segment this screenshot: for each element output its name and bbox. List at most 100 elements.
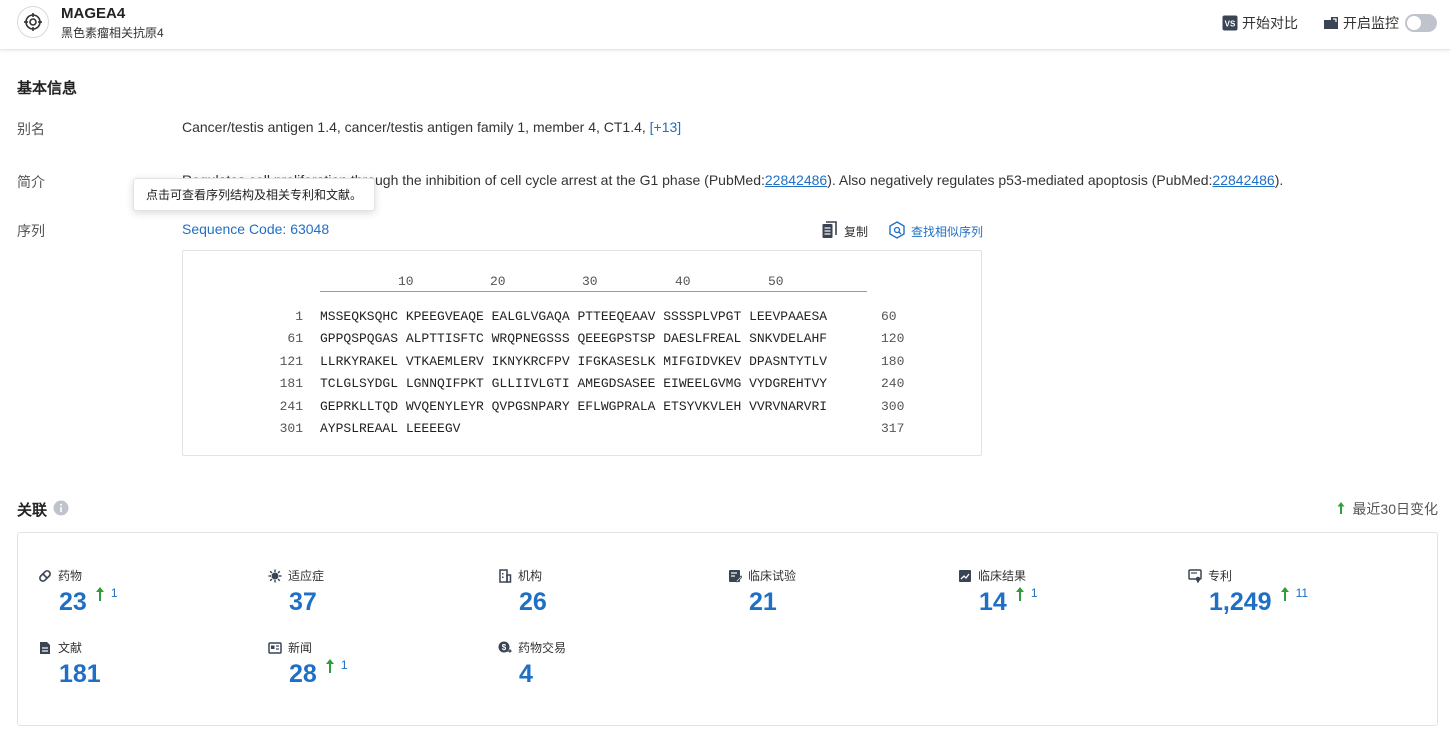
monitor-icon (1323, 15, 1339, 31)
summary-text-2: ). Also negatively regulates p53-mediate… (827, 172, 1213, 188)
stat-value: 26 (519, 588, 547, 616)
stat-value: 23 (59, 588, 87, 616)
stat-value: 4 (519, 660, 533, 688)
stat-literature[interactable]: 文献 181 (38, 639, 101, 689)
delta-value: 1 (110, 586, 118, 600)
newspaper-icon (268, 641, 282, 655)
row-start: 61 (287, 331, 303, 346)
copy-button[interactable]: 复制 (822, 221, 868, 242)
up-arrow-icon (1336, 501, 1346, 518)
row-end: 240 (881, 376, 905, 391)
target-logo-icon (17, 6, 49, 38)
delta-value: 1 (340, 658, 348, 672)
summary-text-3: ). (1274, 172, 1284, 188)
sequence-label: 序列 (17, 223, 45, 239)
virus-icon (268, 569, 282, 583)
alias-value: Cancer/testis antigen 1.4, cancer/testis… (182, 119, 681, 135)
row-residues: MSSEQKSQHC KPEEGVEAQE EALGLVGAQA PTTEEQE… (320, 309, 828, 324)
stat-drugs[interactable]: 药物 23 1 (38, 567, 118, 617)
row-residues: GPPQSPQGAS ALPTTISFTC WRQPNEGSSS QEEEGPS… (320, 331, 828, 346)
monitor-toggle[interactable]: 开启监控 (1323, 13, 1437, 33)
stat-label: 临床结果 (978, 569, 1027, 583)
stat-value: 181 (59, 660, 101, 688)
info-icon[interactable] (53, 500, 69, 520)
row-residues: LLRKYRAKEL VTKAEMLERV IKNYKRCFPV IFGKASE… (320, 354, 828, 369)
stat-clinical-trials[interactable]: 临床试验 21 (728, 567, 796, 617)
ruler-tick: 40 (675, 274, 691, 289)
stat-organizations[interactable]: 机构 26 (498, 567, 547, 617)
row-residues: TCLGLSYDGL LGNNQIFPKT GLLIIVLGTI AMEGDSA… (320, 376, 828, 391)
compare-label: 开始对比 (1242, 15, 1298, 31)
molecule-search-icon (889, 221, 905, 242)
stat-label: 新闻 (288, 641, 313, 655)
recent-change-label: 最近30日变化 (1352, 501, 1438, 517)
sequence-code-link[interactable]: Sequence Code: 63048 (182, 221, 329, 237)
stat-patents[interactable]: 专利 1,249 11 (1188, 567, 1308, 617)
recent-change-legend: 最近30日变化 (1336, 499, 1438, 519)
clipboard-edit-icon (728, 569, 742, 583)
sequence-ruler: 10 20 30 40 50 (320, 272, 867, 292)
stat-label: 药物交易 (518, 641, 567, 655)
stat-value: 1,249 (1209, 588, 1272, 616)
stat-label: 临床试验 (748, 569, 797, 583)
find-similar-button[interactable]: 查找相似序列 (889, 221, 983, 242)
row-start: 241 (279, 399, 303, 414)
row-residues: GEPRKLLTQD WVQENYLEYR QVPGSNPARY EFLWGPR… (320, 399, 828, 414)
stat-delta: 1 (325, 658, 348, 674)
dollar-exchange-icon: $ (498, 641, 512, 655)
stat-delta: 11 (1280, 586, 1308, 602)
vs-icon: VS (1222, 15, 1238, 31)
stat-value: 37 (289, 588, 317, 616)
svg-text:$: $ (502, 643, 507, 652)
row-start: 121 (279, 354, 303, 369)
ruler-tick: 50 (768, 274, 784, 289)
copy-icon (822, 221, 838, 242)
stat-label: 专利 (1208, 569, 1233, 583)
copy-label: 复制 (844, 225, 869, 239)
ruler-tick: 30 (582, 274, 598, 289)
pubmed-link-2[interactable]: 22842486 (1212, 172, 1274, 188)
stat-value: 21 (749, 588, 777, 616)
pill-icon (38, 569, 52, 583)
stat-label: 文献 (58, 641, 83, 655)
chart-doc-icon (958, 569, 972, 583)
ruler-tick: 10 (398, 274, 414, 289)
row-residues: AYPSLREAAL LEEEEGV (320, 421, 461, 436)
delta-value: 11 (1295, 586, 1309, 600)
basic-info-title: 基本信息 (17, 80, 78, 97)
row-start: 181 (279, 376, 303, 391)
delta-value: 1 (1030, 586, 1038, 600)
stat-deals[interactable]: $ 药物交易 4 (498, 639, 566, 689)
svg-text:VS: VS (1225, 20, 1236, 29)
row-end: 317 (881, 421, 905, 436)
alias-more-link[interactable]: [+13] (650, 119, 682, 135)
relations-title-row: 关联 (17, 499, 69, 520)
summary-label: 简介 (17, 174, 45, 190)
pubmed-link-1[interactable]: 22842486 (765, 172, 827, 188)
monitor-switch[interactable] (1405, 14, 1437, 32)
relations-panel: 药物 23 1 适应症 37 机构 26 临床试验 21 临床结果 14 1 专利 … (17, 532, 1438, 726)
stat-indications[interactable]: 适应症 37 (268, 567, 324, 617)
row-end: 300 (881, 399, 905, 414)
compare-button[interactable]: VS 开始对比 (1222, 13, 1298, 33)
stat-label: 机构 (518, 569, 543, 583)
stat-delta: 1 (1015, 586, 1038, 602)
stat-label: 适应症 (288, 569, 325, 583)
stat-value: 14 (979, 588, 1007, 616)
page-title: MAGEA4 (61, 5, 126, 22)
stat-news[interactable]: 新闻 28 1 (268, 639, 348, 689)
page-header: MAGEA4 黑色素瘤相关抗原4 VS 开始对比 开启监控 (0, 0, 1450, 50)
alias-label: 别名 (17, 121, 45, 137)
page-subtitle: 黑色素瘤相关抗原4 (61, 26, 164, 40)
row-end: 60 (881, 309, 897, 324)
sequence-tooltip: 点击可查看序列结构及相关专利和文献。 (133, 178, 376, 211)
row-end: 180 (881, 354, 905, 369)
building-icon (498, 568, 512, 583)
row-start: 301 (279, 421, 303, 436)
ruler-tick: 20 (490, 274, 506, 289)
row-start: 1 (295, 309, 303, 324)
stat-clinical-results[interactable]: 临床结果 14 1 (958, 567, 1038, 617)
monitor-label: 开启监控 (1343, 15, 1399, 31)
alias-text: Cancer/testis antigen 1.4, cancer/testis… (182, 119, 646, 135)
find-similar-label: 查找相似序列 (911, 225, 984, 239)
